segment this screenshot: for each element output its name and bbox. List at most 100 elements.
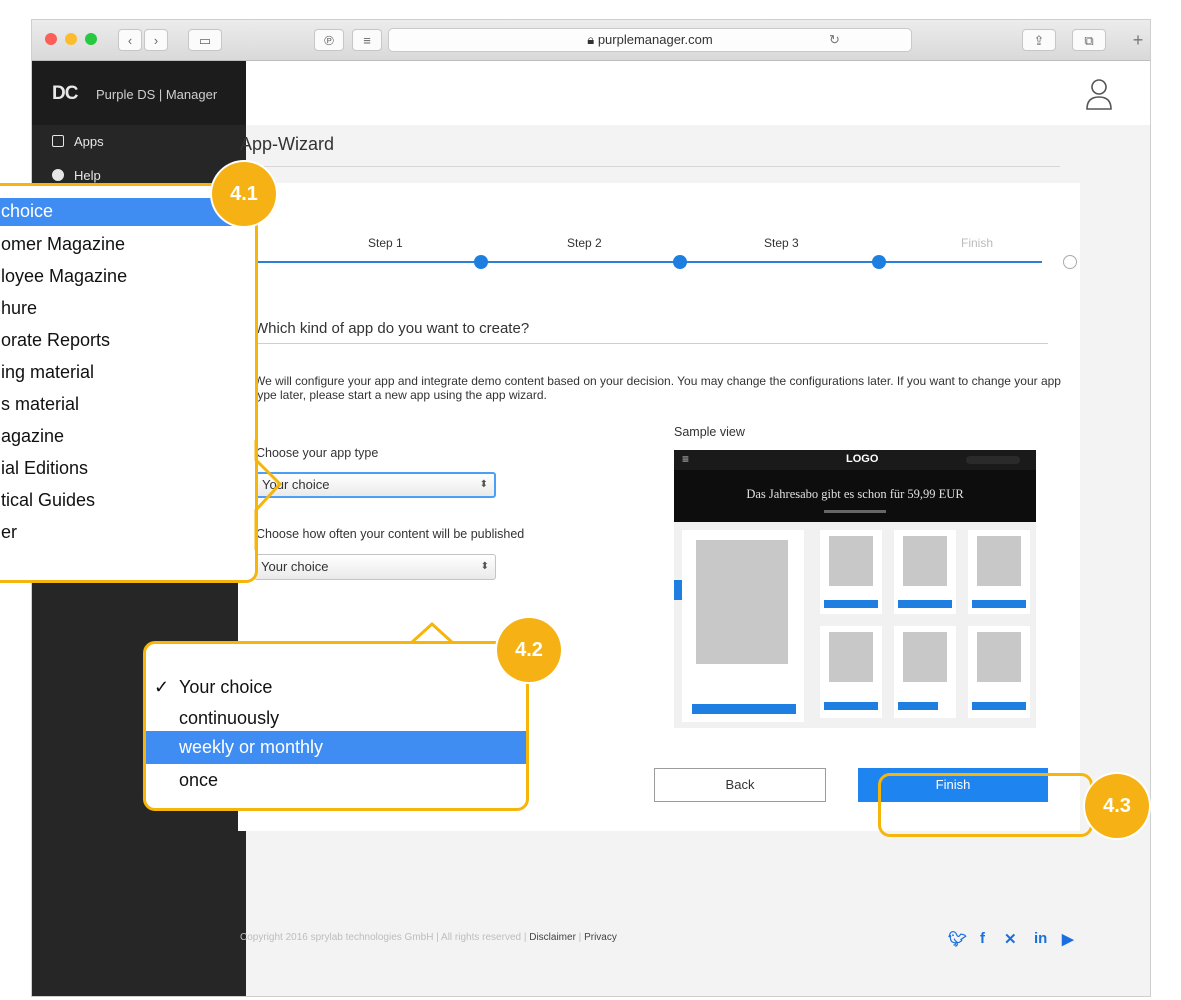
reader-icon[interactable]: ≡	[352, 29, 382, 51]
sample-arrow-icon	[674, 580, 682, 600]
sample-buy	[824, 702, 878, 710]
step-1-dot	[474, 255, 488, 269]
minimize-window-button[interactable]	[65, 33, 77, 45]
sample-dropdown	[966, 456, 1020, 464]
app-type-select[interactable]: Your choice ⬍	[254, 472, 496, 498]
sample-cover	[903, 632, 947, 682]
callout-badge-4-3: 4.3	[1085, 774, 1149, 838]
stepper-line	[254, 261, 1042, 263]
finish-highlight	[878, 773, 1093, 837]
footer: Copyright 2016 sprylab technologies GmbH…	[240, 932, 617, 943]
sample-banner-link	[824, 510, 886, 513]
apps-icon	[52, 135, 64, 147]
step-3-dot	[872, 255, 886, 269]
page-title: App-Wizard	[240, 134, 335, 154]
app-type-options-callout: choice omer Magazine loyee Magazine hure…	[0, 183, 258, 583]
sample-cover	[829, 536, 873, 586]
option-item[interactable]: hure	[1, 298, 37, 319]
option-item[interactable]: orate Reports	[1, 330, 110, 351]
option-item[interactable]: s material	[1, 394, 79, 415]
option-item[interactable]: Your choice	[179, 677, 272, 698]
option-item[interactable]: ial Editions	[1, 458, 88, 479]
step-2-label: Step 2	[567, 236, 602, 250]
pinterest-icon[interactable]: ℗	[314, 29, 344, 51]
checkmark-icon: ✓	[154, 677, 170, 697]
updown-arrow-icon: ⬍	[479, 479, 488, 490]
forward-nav-button[interactable]: ›	[144, 29, 168, 51]
sample-buy	[972, 702, 1026, 710]
step-3-label: Step 3	[764, 236, 799, 250]
user-icon[interactable]	[1084, 77, 1114, 111]
option-item[interactable]: loyee Magazine	[1, 266, 127, 287]
tabs-icon[interactable]: ⧉	[1072, 29, 1106, 51]
close-window-button[interactable]	[45, 33, 57, 45]
step-2-dot	[673, 255, 687, 269]
sample-buy	[898, 600, 952, 608]
option-item[interactable]: once	[179, 770, 218, 791]
sample-cover	[903, 536, 947, 586]
frequency-label: Choose how often your content will be pu…	[256, 527, 525, 541]
title-divider	[240, 166, 1060, 167]
option-item[interactable]: continuously	[179, 708, 279, 729]
description-text: We will configure your app and integrate…	[254, 374, 1061, 402]
sample-view-label: Sample view	[674, 425, 745, 439]
sample-main-cover	[696, 540, 788, 664]
option-item[interactable]: er	[1, 522, 17, 543]
hamburger-icon: ≡	[682, 452, 690, 466]
option-item[interactable]: agazine	[1, 426, 64, 447]
maximize-window-button[interactable]	[85, 33, 97, 45]
app-logo[interactable]: DC Purple DS | Manager	[32, 61, 246, 125]
top-bar	[246, 61, 1150, 125]
linkedin-icon[interactable]: in	[1034, 930, 1047, 947]
option-item[interactable]: choice	[1, 201, 53, 222]
privacy-link[interactable]: Privacy	[584, 932, 617, 943]
updown-arrow-icon: ⬍	[480, 561, 489, 572]
disclaimer-link[interactable]: Disclaimer	[529, 932, 576, 943]
option-item[interactable]: ing material	[1, 362, 94, 383]
back-nav-button[interactable]: ‹	[118, 29, 142, 51]
sample-logo: LOGO	[846, 453, 879, 465]
copyright-text: Copyright 2016 sprylab technologies GmbH…	[240, 932, 530, 943]
sample-banner-text: Das Jahresabo gibt es schon für 59,99 EU…	[746, 487, 964, 501]
frequency-value: Your choice	[261, 559, 329, 574]
logo-text: Purple DS | Manager	[96, 87, 218, 102]
sample-buy	[898, 702, 938, 710]
sample-buy	[824, 600, 878, 608]
question-heading: Which kind of app do you want to create?	[254, 320, 530, 337]
facebook-icon[interactable]: f	[980, 930, 985, 947]
sample-view-image: ≡ LOGO Das Jahresabo gibt es schon für 5…	[674, 450, 1036, 728]
step-finish-label: Finish	[961, 236, 994, 250]
frequency-select[interactable]: Your choice ⬍	[254, 554, 496, 580]
callout-pointer	[254, 440, 283, 550]
sample-main-buy	[692, 704, 796, 714]
sample-header: ≡ LOGO	[674, 450, 1036, 470]
sidebar-toggle-icon[interactable]: ▭	[188, 29, 222, 51]
reload-icon[interactable]: ↻	[829, 29, 840, 51]
callout-badge-4-1: 4.1	[212, 162, 276, 226]
option-highlight: weekly or monthly	[146, 731, 526, 764]
address-bar[interactable]: 🔒︎ purplemanager.com ↻	[388, 28, 912, 52]
lock-icon: 🔒︎	[587, 32, 598, 47]
option-item[interactable]: omer Magazine	[1, 234, 125, 255]
browser-toolbar: ‹ › ▭ ℗ ≡ 🔒︎ purplemanager.com ↻ ⇪ ⧉ +	[32, 20, 1150, 61]
sidebar-item-label: Help	[74, 168, 101, 183]
url-text: purplemanager.com	[597, 32, 713, 47]
twitter-icon[interactable]: 🐦︎	[948, 930, 967, 948]
logo-mark: DC	[52, 83, 78, 104]
question-divider	[254, 343, 1048, 344]
step-1-label: Step 1	[368, 236, 403, 250]
option-item[interactable]: weekly or monthly	[179, 737, 323, 758]
sample-buy	[972, 600, 1026, 608]
footer-separator: |	[575, 932, 585, 943]
share-icon[interactable]: ⇪	[1022, 29, 1056, 51]
back-button[interactable]: Back	[654, 768, 826, 802]
frequency-options-callout: ✓ Your choice continuously weekly or mon…	[143, 641, 529, 811]
sidebar-item-label: Apps	[74, 134, 104, 149]
sidebar-item-apps[interactable]: Apps	[52, 134, 104, 149]
step-finish-dot	[1063, 255, 1077, 269]
xing-icon[interactable]: ✕	[1004, 930, 1017, 948]
youtube-icon[interactable]: ▶	[1062, 930, 1074, 948]
option-item[interactable]: tical Guides	[1, 490, 95, 511]
new-tab-button[interactable]: +	[1126, 29, 1150, 51]
sidebar-item-help[interactable]: Help	[52, 168, 101, 183]
